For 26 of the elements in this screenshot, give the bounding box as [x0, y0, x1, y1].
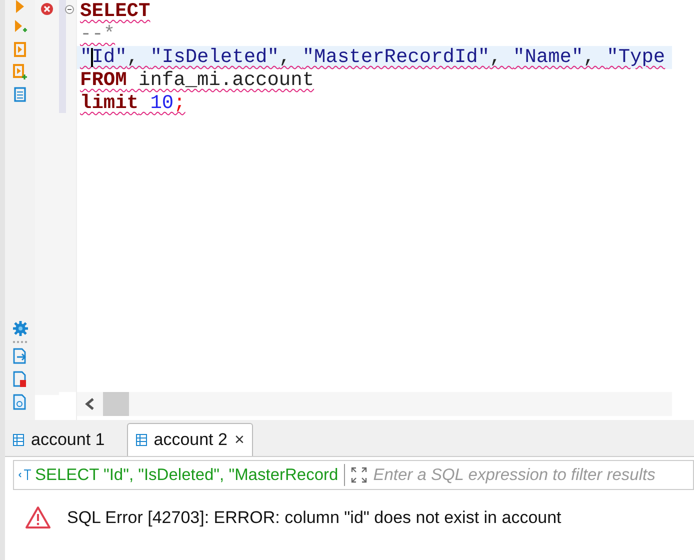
close-button[interactable]: ×: [234, 430, 244, 450]
run-icon[interactable]: [15, 0, 25, 13]
code-line: limit 10;: [80, 92, 186, 114]
result-tab[interactable]: account 1: [5, 424, 113, 456]
scrollbar-thumb[interactable]: [103, 392, 129, 416]
result-tab[interactable]: account 2 ×: [126, 423, 254, 456]
document-icon[interactable]: [14, 87, 26, 102]
run-add-icon[interactable]: [14, 20, 26, 35]
warning-icon: [25, 506, 51, 529]
code-line: --*: [80, 23, 116, 45]
table-icon: [13, 434, 24, 446]
tab-label: account 1: [31, 430, 105, 450]
error-document-icon[interactable]: [13, 371, 27, 387]
export-icon[interactable]: [13, 348, 27, 364]
script-add-icon[interactable]: [13, 64, 27, 80]
code-line: SELECT: [80, 0, 150, 22]
error-message: SQL Error [42703]: ERROR: column "id" does not exist in account: [67, 508, 562, 528]
code-line: FROM infa_mi.account: [80, 69, 314, 91]
separator-dots: [13, 341, 27, 343]
table-icon: [136, 434, 147, 446]
file-icon[interactable]: [13, 394, 27, 410]
collapse-icon[interactable]: [65, 5, 74, 14]
tab-label: account 2: [154, 430, 228, 450]
script-run-icon[interactable]: [14, 42, 26, 57]
chevron-left-icon: [85, 398, 95, 410]
settings-icon[interactable]: [12, 321, 28, 336]
